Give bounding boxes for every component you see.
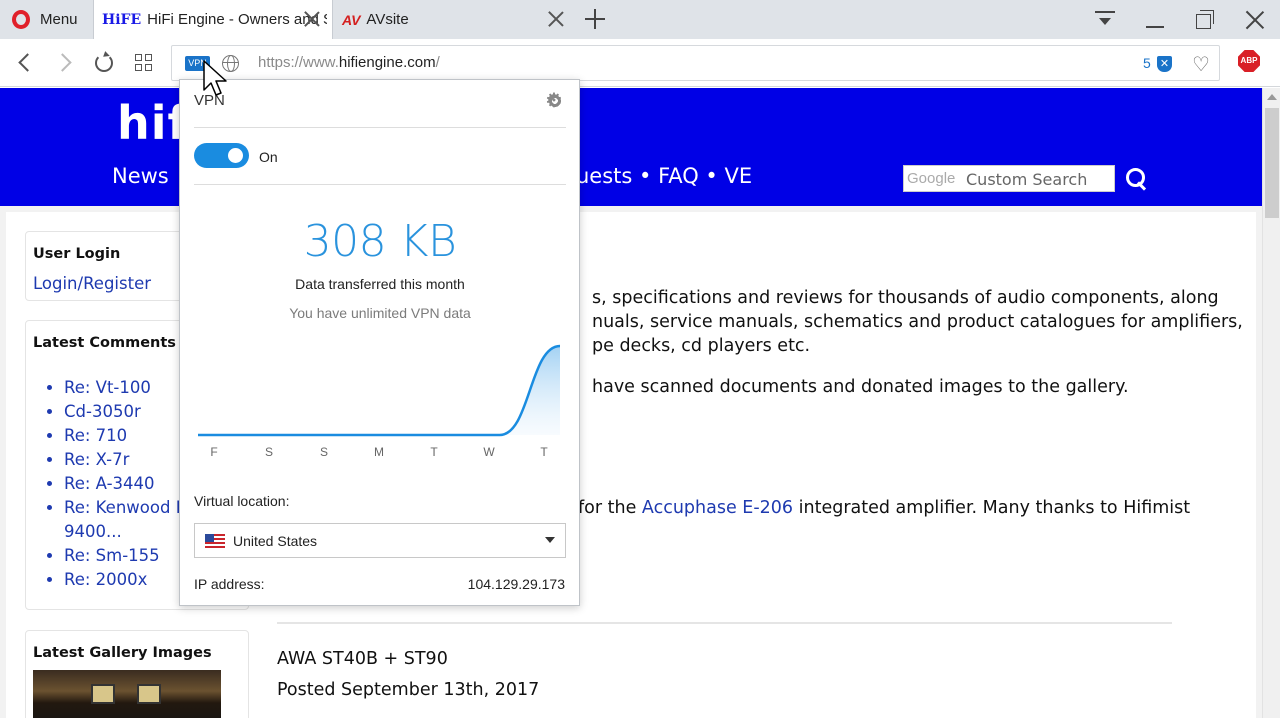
divider	[277, 622, 1172, 624]
data-transferred-label: Data transferred this month	[295, 276, 465, 292]
divider	[194, 127, 566, 128]
avsite-favicon-icon: AV	[342, 11, 361, 28]
minimize-icon[interactable]	[1143, 8, 1167, 32]
usage-line	[197, 344, 561, 437]
search-icon[interactable]	[1126, 168, 1148, 190]
chevron-down-icon	[545, 537, 555, 543]
restore-icon[interactable]	[1193, 8, 1217, 32]
mouse-cursor-icon	[203, 60, 227, 96]
page-scrollbar[interactable]	[1262, 88, 1280, 718]
intro-text: nuals, service manuals, schematics and p…	[592, 312, 1243, 332]
search-input[interactable]	[966, 168, 1112, 190]
ip-address-label: IP address:	[194, 576, 265, 592]
intro-text: s, specifications and reviews for thousa…	[592, 288, 1219, 308]
tab-menu-icon[interactable]	[1093, 8, 1117, 32]
tab-title: HiFi Engine - Owners and Se	[147, 11, 328, 28]
gallery-heading: Latest Gallery Images	[33, 645, 212, 661]
virtual-location-label: Virtual location:	[194, 493, 290, 509]
usage-chart: FSSMTWT	[197, 344, 561, 459]
day-label: S	[265, 445, 273, 459]
adblock-plus-extension-icon[interactable]: ABP	[1238, 50, 1260, 72]
tab-strip: Menu HiFE HiFi Engine - Owners and Se AV…	[0, 0, 1280, 39]
url-text[interactable]: https://www.hifiengine.com/	[258, 54, 440, 71]
intro-text: have scanned documents and donated image…	[592, 377, 1129, 397]
reload-icon[interactable]	[93, 52, 115, 74]
ip-address-value: 104.129.29.173	[467, 576, 565, 592]
vpn-popup: VPN On 308 KB Data transferred this mont…	[179, 79, 580, 606]
address-bar[interactable]: VPN https://www.hifiengine.com/ 5 ✕	[171, 45, 1220, 81]
gear-icon[interactable]	[545, 88, 564, 113]
gallery-thumbnail[interactable]	[33, 670, 221, 718]
scroll-up-arrow-icon[interactable]	[1267, 94, 1277, 100]
speed-dial-grid-icon[interactable]	[134, 52, 156, 74]
day-label: F	[210, 445, 217, 459]
day-label: W	[483, 445, 495, 459]
accuphase-link[interactable]: Accuphase E-206	[642, 498, 793, 518]
usage-area	[198, 346, 560, 435]
adblock-count-badge[interactable]: 5	[1143, 55, 1151, 71]
scroll-thumb[interactable]	[1265, 108, 1279, 218]
day-label: T	[430, 445, 438, 459]
google-logo: Google	[907, 170, 956, 187]
day-label: S	[320, 445, 328, 459]
unlimited-data-note: You have unlimited VPN data	[289, 305, 471, 321]
location-value: United States	[233, 533, 318, 549]
tab-avsite[interactable]: AV AVsite	[334, 0, 576, 39]
divider	[194, 184, 566, 185]
google-custom-search: Google	[903, 165, 1115, 192]
close-tab-icon[interactable]	[302, 9, 322, 29]
forward-arrow-icon[interactable]	[54, 52, 76, 74]
vpn-toggle-switch[interactable]	[194, 143, 249, 168]
post-title[interactable]: AWA ST40B + ST90	[277, 649, 448, 669]
new-tab-plus-icon[interactable]	[584, 8, 606, 30]
vpn-toggle-label: On	[259, 149, 278, 165]
tab-hifiengine[interactable]: HiFE HiFi Engine - Owners and Se	[93, 0, 333, 39]
back-arrow-icon[interactable]	[14, 52, 36, 74]
adblock-shield-icon[interactable]: ✕	[1157, 56, 1172, 72]
window-close-icon[interactable]	[1243, 8, 1267, 32]
login-register-link[interactable]: Login/Register	[33, 274, 151, 293]
data-transferred-amount: 308 KB	[303, 216, 457, 267]
post-date: Posted September 13th, 2017	[277, 680, 540, 700]
nav-links[interactable]: uests • FAQ • VE	[576, 164, 752, 188]
opera-menu-button[interactable]: Menu	[0, 0, 93, 39]
intro-text: pe decks, cd players etc.	[592, 336, 811, 356]
opera-logo-icon	[12, 10, 30, 29]
close-tab-icon[interactable]	[546, 9, 566, 29]
news-text: for the Accuphase E-206 integrated ampli…	[578, 498, 1191, 518]
nav-news-link[interactable]: News	[112, 164, 169, 188]
tab-title: AVsite	[366, 11, 409, 28]
us-flag-icon	[205, 534, 225, 548]
hifiengine-favicon-icon: HiFE	[102, 11, 142, 28]
day-label: T	[540, 445, 548, 459]
bookmark-heart-icon[interactable]	[1192, 52, 1210, 76]
virtual-location-select[interactable]: United States	[194, 523, 566, 558]
menu-label: Menu	[40, 11, 78, 28]
gallery-box: Latest Gallery Images	[25, 630, 249, 718]
day-label: M	[374, 445, 384, 459]
